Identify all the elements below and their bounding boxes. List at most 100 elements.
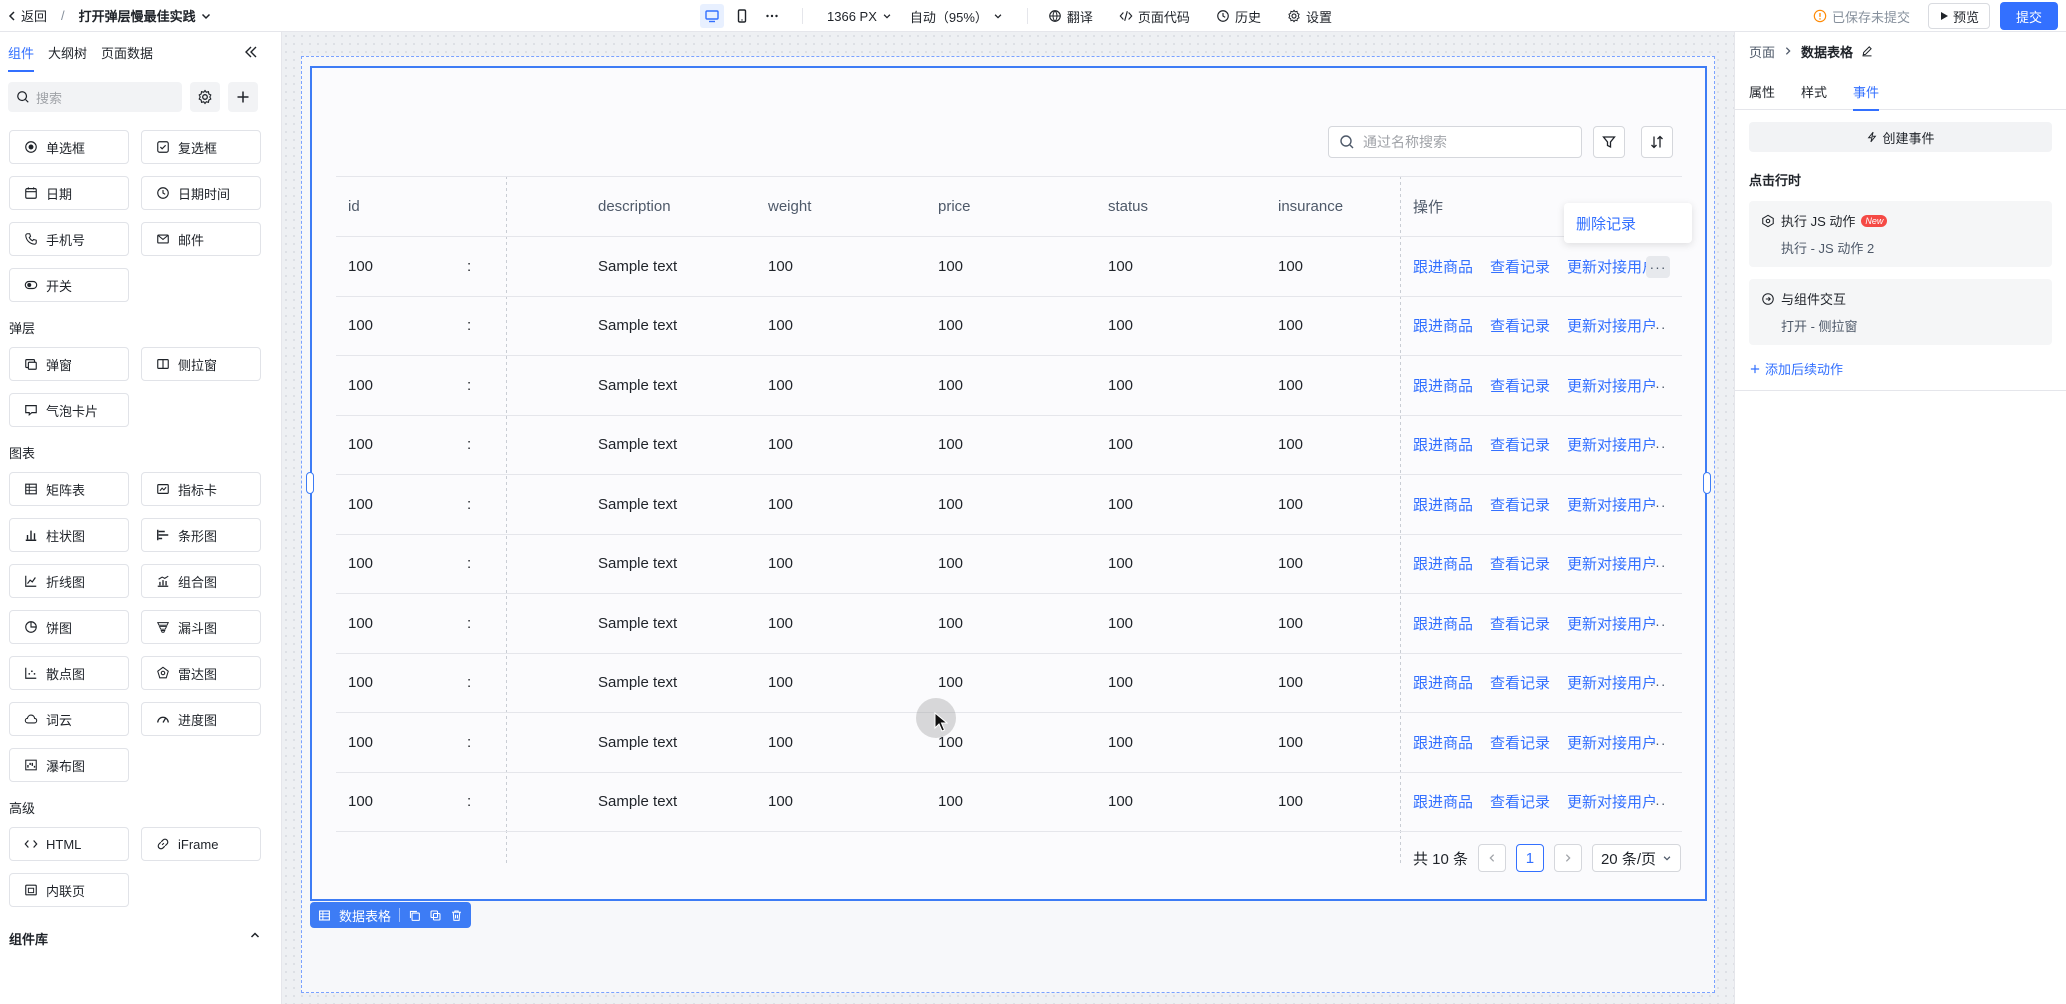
component-radio[interactable]: 单选框 — [9, 130, 129, 164]
page-code-button[interactable]: 页面代码 — [1119, 7, 1190, 26]
row-action-link[interactable]: 跟进商品 — [1413, 553, 1473, 574]
component-modal[interactable]: 弹窗 — [9, 347, 129, 381]
settings-button[interactable]: 设置 — [1287, 7, 1332, 26]
event-action-card[interactable]: 与组件交互 打开 - 侧拉窗 — [1749, 279, 2052, 345]
header-insurance[interactable]: insurance — [1278, 177, 1343, 236]
row-action-link[interactable]: 更新对接用户 — [1567, 732, 1657, 753]
row-action-link[interactable]: 更新对接用户 — [1567, 315, 1657, 336]
row-action-link[interactable]: 查看记录 — [1490, 375, 1550, 396]
row-more-button[interactable]: ··· — [1646, 554, 1670, 576]
row-more-button[interactable]: ··· — [1646, 435, 1670, 457]
prev-page-button[interactable] — [1477, 844, 1506, 872]
component-matrix[interactable]: 矩阵表 — [9, 472, 129, 506]
row-action-link[interactable]: 更新对接用户 — [1567, 791, 1657, 812]
component-mail[interactable]: 邮件 — [141, 222, 261, 256]
component-progress[interactable]: 进度图 — [141, 702, 261, 736]
component-bubble[interactable]: 气泡卡片 — [9, 393, 129, 427]
row-more-button[interactable]: ··· — [1646, 732, 1670, 754]
row-action-link[interactable]: 查看记录 — [1490, 791, 1550, 812]
row-action-link[interactable]: 更新对接用户 — [1567, 434, 1657, 455]
event-action-card[interactable]: 执行 JS 动作 New 执行 - JS 动作 2 — [1749, 201, 2052, 267]
create-event-button[interactable]: 创建事件 — [1749, 122, 2052, 152]
table-row[interactable]: 100: Sample text 100 100 100 100 跟进商品 查看记录 更新对接用… — [336, 356, 1682, 416]
resize-handle-left[interactable] — [306, 472, 314, 494]
table-row[interactable]: 100: Sample text 100 100 100 100 跟进商品 查看记录 更新对接用… — [336, 713, 1682, 773]
section-title-library[interactable]: 组件库 — [0, 929, 281, 948]
row-action-link[interactable]: 查看记录 — [1490, 256, 1550, 277]
table-search-input[interactable]: 通过名称搜索 — [1328, 126, 1582, 158]
breadcrumb-parent[interactable]: 页面 — [1749, 42, 1775, 61]
tab-outline[interactable]: 大纲树 — [48, 32, 87, 72]
row-action-link[interactable]: 跟进商品 — [1413, 494, 1473, 515]
row-more-button[interactable]: ··· — [1646, 375, 1670, 397]
header-weight[interactable]: weight — [768, 177, 811, 236]
row-action-link[interactable]: 更新对接用户 — [1567, 553, 1657, 574]
tab-components[interactable]: 组件 — [8, 32, 35, 72]
component-radar[interactable]: 雷达图 — [141, 656, 261, 690]
component-combo-chart[interactable]: 组合图 — [141, 564, 261, 598]
next-page-button[interactable] — [1553, 844, 1582, 872]
row-more-button[interactable]: ··· — [1646, 792, 1670, 814]
more-options-button[interactable] — [760, 4, 784, 28]
component-metric[interactable]: 指标卡 — [141, 472, 261, 506]
table-row[interactable]: 100: Sample text 100 100 100 100 跟进商品 查看记录 更新对接用… — [336, 416, 1682, 475]
history-button[interactable]: 历史 — [1216, 7, 1261, 26]
row-action-link[interactable]: 更新对接用户 — [1567, 256, 1657, 277]
table-row[interactable]: 100: Sample text 100 100 100 100 跟进商品 查看记录 更新对接用… — [336, 535, 1682, 594]
row-action-link[interactable]: 查看记录 — [1490, 434, 1550, 455]
row-action-link[interactable]: 跟进商品 — [1413, 434, 1473, 455]
component-search-input[interactable]: 搜索 — [8, 82, 182, 112]
row-action-link[interactable]: 更新对接用户 — [1567, 613, 1657, 634]
row-action-link[interactable]: 更新对接用户 — [1567, 672, 1657, 693]
row-more-button[interactable]: ··· — [1646, 613, 1670, 635]
component-funnel[interactable]: 漏斗图 — [141, 610, 261, 644]
row-more-button[interactable]: ··· — [1646, 256, 1670, 278]
desktop-view-button[interactable] — [700, 4, 724, 28]
page-button-current[interactable]: 1 — [1515, 844, 1544, 872]
component-checkbox[interactable]: 复选框 — [141, 130, 261, 164]
row-action-link[interactable]: 查看记录 — [1490, 553, 1550, 574]
table-row[interactable]: 100: Sample text 100 100 100 100 跟进商品 查看记录 更新对接用… — [336, 237, 1682, 297]
row-action-link[interactable]: 查看记录 — [1490, 315, 1550, 336]
row-action-link[interactable]: 跟进商品 — [1413, 375, 1473, 396]
component-iframe[interactable]: iFrame — [141, 827, 261, 861]
row-action-link[interactable]: 跟进商品 — [1413, 672, 1473, 693]
zoom-selector[interactable]: 自动（95%） — [910, 7, 1003, 26]
tab-properties[interactable]: 属性 — [1749, 72, 1775, 110]
translate-button[interactable]: 翻译 — [1048, 7, 1093, 26]
table-row[interactable]: 100: Sample text 100 100 100 100 跟进商品 查看记录 更新对接用… — [336, 773, 1682, 832]
row-action-link[interactable]: 跟进商品 — [1413, 732, 1473, 753]
header-description[interactable]: description — [598, 177, 671, 236]
component-tag-label[interactable]: 数据表格 — [339, 906, 391, 925]
tab-page-data[interactable]: 页面数据 — [101, 32, 153, 72]
component-waterfall[interactable]: 瀑布图 — [9, 748, 129, 782]
data-table-component[interactable]: 通过名称搜索 id description weight price statu… — [306, 66, 1711, 901]
table-row[interactable]: 100: Sample text 100 100 100 100 跟进商品 查看记录 更新对接用… — [336, 594, 1682, 654]
preview-button[interactable]: 预览 — [1927, 3, 1990, 29]
row-action-link[interactable]: 查看记录 — [1490, 613, 1550, 634]
row-action-link[interactable]: 更新对接用户 — [1567, 494, 1657, 515]
width-selector[interactable]: 1366 PX — [827, 9, 892, 24]
page-size-select[interactable]: 20 条/页 — [1591, 844, 1681, 872]
table-row[interactable]: 100: Sample text 100 100 100 100 跟进商品 查看记录 更新对接用… — [336, 654, 1682, 713]
component-word-cloud[interactable]: 词云 — [9, 702, 129, 736]
add-action-button[interactable]: 添加后续动作 — [1735, 359, 2066, 378]
sort-button[interactable] — [1641, 126, 1673, 158]
resize-handle-right[interactable] — [1703, 472, 1711, 494]
collapse-panel-icon[interactable] — [243, 44, 259, 60]
component-bar-chart[interactable]: 条形图 — [141, 518, 261, 552]
page-title-dropdown[interactable]: 打开弹层慢最佳实践 — [79, 6, 212, 25]
component-settings-button[interactable] — [190, 82, 220, 112]
delete-record-item[interactable]: 删除记录 — [1576, 213, 1636, 234]
copy-icon[interactable] — [408, 909, 421, 922]
component-phone[interactable]: 手机号 — [9, 222, 129, 256]
row-action-link[interactable]: 更新对接用户 — [1567, 375, 1657, 396]
row-action-link[interactable]: 跟进商品 — [1413, 256, 1473, 277]
add-component-button[interactable] — [228, 82, 258, 112]
component-html[interactable]: HTML — [9, 827, 129, 861]
header-status[interactable]: status — [1108, 177, 1148, 236]
row-more-button[interactable]: ··· — [1646, 673, 1670, 695]
row-action-link[interactable]: 跟进商品 — [1413, 315, 1473, 336]
row-action-link[interactable]: 查看记录 — [1490, 494, 1550, 515]
row-more-button[interactable]: ··· — [1646, 494, 1670, 516]
